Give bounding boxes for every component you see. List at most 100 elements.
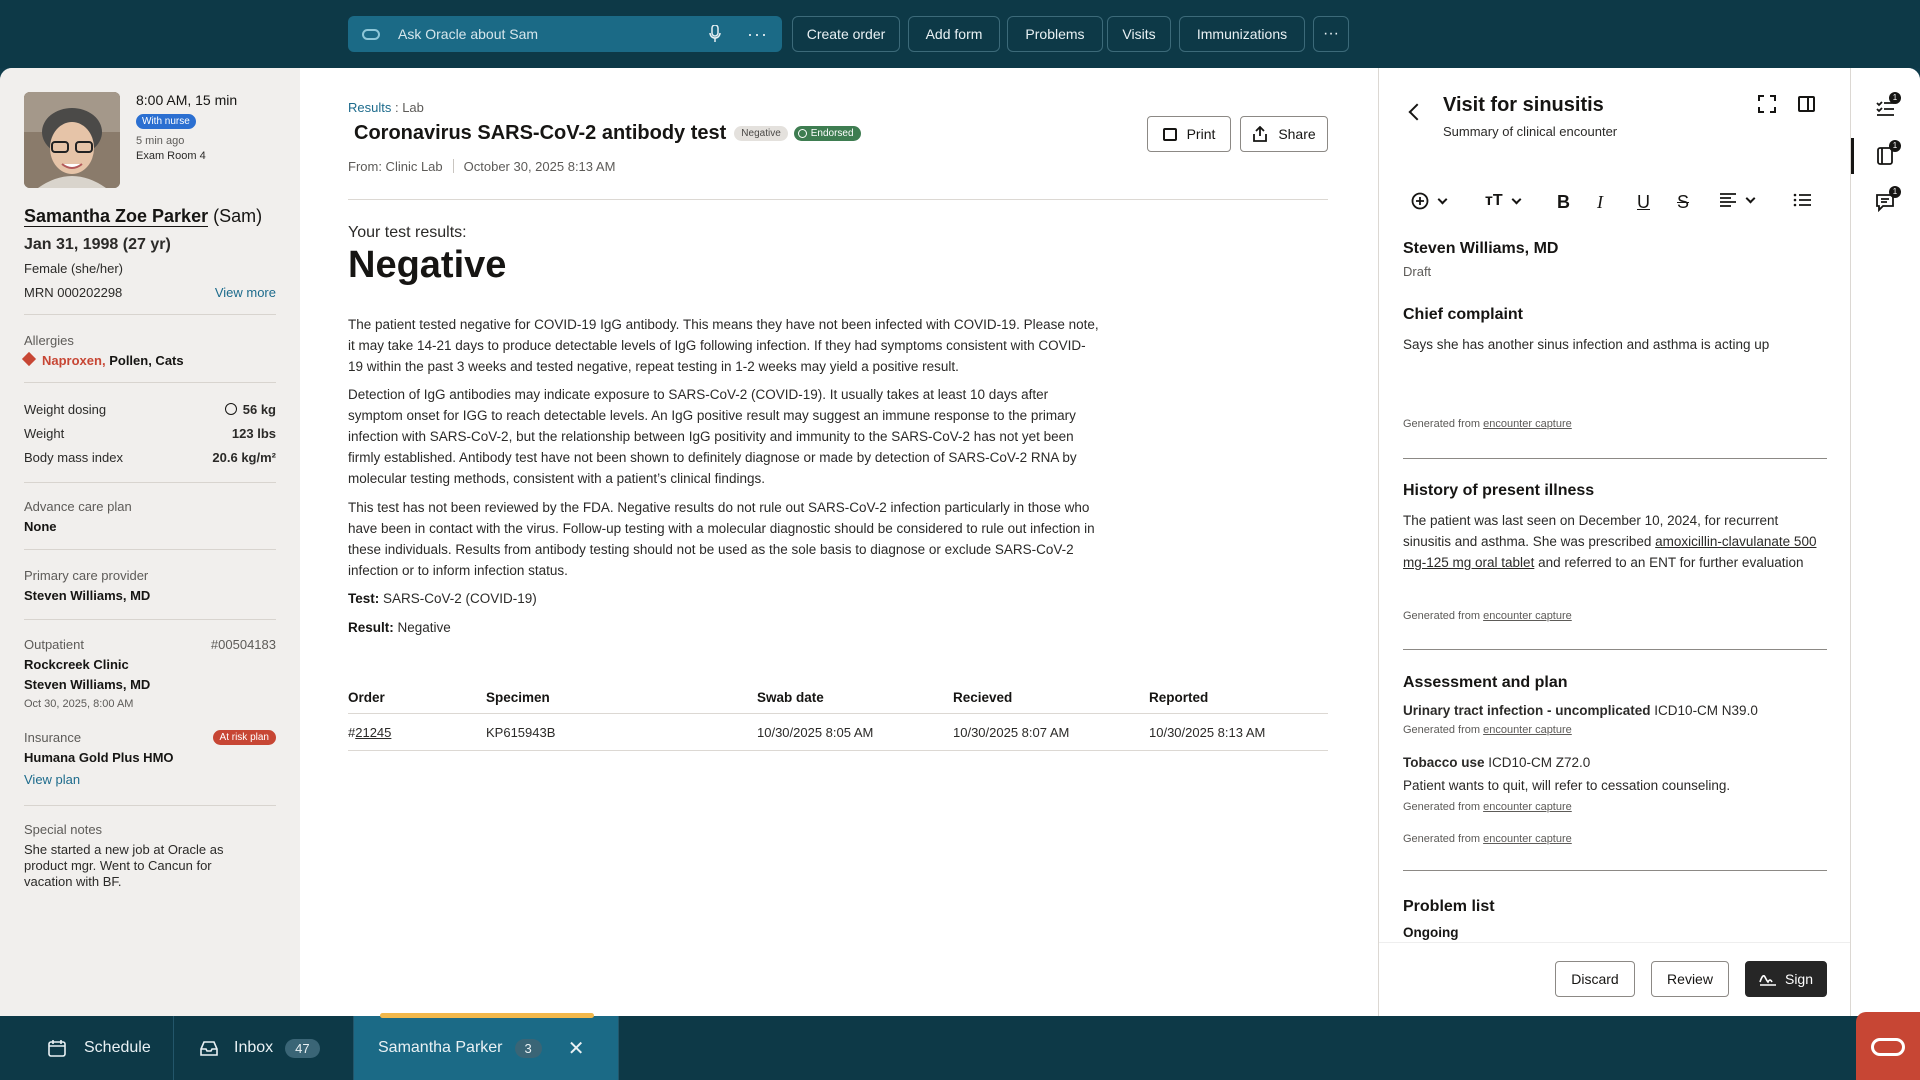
- insurance-label: Insurance: [24, 730, 82, 745]
- align-menu-button[interactable]: [1719, 192, 1756, 208]
- tasks-icon[interactable]: 1: [1875, 92, 1901, 118]
- ask-oracle-placeholder: Ask Oracle about Sam: [398, 26, 539, 42]
- breadcrumb-results-link[interactable]: Results: [348, 100, 391, 115]
- oracle-assistant-button[interactable]: [1856, 1012, 1920, 1080]
- weight-dosing-value: 56 kg: [224, 402, 276, 417]
- divider: [24, 482, 276, 483]
- encounter-capture-link[interactable]: encounter capture: [1483, 833, 1572, 845]
- bullet-list-icon[interactable]: [1793, 192, 1811, 208]
- encounter-capture-link[interactable]: encounter capture: [1483, 418, 1572, 430]
- ap-item-uti[interactable]: Urinary tract infection - uncomplicated …: [1403, 700, 1827, 721]
- fullscreen-icon[interactable]: [1758, 95, 1776, 113]
- info-icon[interactable]: [224, 403, 237, 415]
- problem-list-ongoing: Ongoing: [1403, 925, 1459, 940]
- pcp-label: Primary care provider: [24, 568, 149, 583]
- microphone-icon[interactable]: [709, 25, 721, 43]
- text-size-icon: ᴛT: [1485, 192, 1503, 209]
- result-date: October 30, 2025 8:13 AM: [463, 159, 616, 174]
- share-button[interactable]: Share: [1240, 116, 1328, 152]
- weight-dosing-label: Weight dosing: [24, 402, 107, 417]
- insert-menu-button[interactable]: [1411, 192, 1448, 210]
- check-circle-icon: [797, 129, 807, 138]
- insurance-row: Insurance At risk plan: [24, 730, 276, 745]
- patient-name[interactable]: Samantha Zoe Parker (Sam): [24, 206, 262, 227]
- oracle-logo-icon: [1871, 1038, 1905, 1056]
- encounter-capture-link[interactable]: encounter capture: [1483, 610, 1572, 622]
- review-button[interactable]: Review: [1651, 961, 1729, 997]
- create-order-button[interactable]: Create order: [792, 16, 900, 52]
- patient-full-name[interactable]: Samantha Zoe Parker: [24, 206, 209, 227]
- bmi-value: 20.6 kg/m²: [212, 450, 276, 465]
- big-result-value: Negative: [348, 244, 507, 286]
- chevron-down-icon: [1745, 193, 1756, 203]
- encounter-capture-link[interactable]: encounter capture: [1483, 801, 1572, 813]
- ap-item-tobacco-text[interactable]: Patient wants to quit, will refer to ces…: [1403, 775, 1827, 796]
- patient-mrn: MRN 000202298: [24, 285, 123, 300]
- encounter-capture-link[interactable]: encounter capture: [1483, 724, 1572, 736]
- visits-button[interactable]: Visits: [1107, 16, 1171, 52]
- add-form-button[interactable]: Add form: [908, 16, 1000, 52]
- add-circle-icon: [1411, 192, 1429, 210]
- patient-nickname: (Sam): [213, 206, 263, 226]
- search-more-icon[interactable]: ···: [747, 24, 768, 45]
- back-icon[interactable]: [1408, 103, 1426, 121]
- italic-icon[interactable]: I: [1597, 192, 1603, 213]
- sign-button[interactable]: Sign: [1745, 961, 1827, 997]
- right-rail: 1 1 1: [1850, 68, 1920, 1016]
- close-icon[interactable]: ✕: [568, 1036, 585, 1061]
- calendar-icon: [48, 1040, 66, 1057]
- result-paragraph-3: This test has not been reviewed by the F…: [348, 500, 1095, 578]
- schedule-tab[interactable]: Schedule: [0, 1016, 174, 1080]
- print-button[interactable]: Print: [1147, 116, 1231, 152]
- divider: [348, 750, 1328, 751]
- acp-label: Advance care plan: [24, 499, 132, 514]
- patient-avatar: [24, 92, 120, 188]
- assessment-plan-heading: Assessment and plan: [1403, 674, 1568, 691]
- order-link[interactable]: 21245: [355, 725, 391, 740]
- patient-tab[interactable]: Samantha Parker 3 ✕: [354, 1016, 619, 1080]
- hpi-text[interactable]: The patient was last seen on December 10…: [1403, 510, 1827, 573]
- col-order: Order: [348, 690, 385, 705]
- patient-mrn-row: MRN 000202298 View more: [24, 285, 276, 300]
- inbox-tab[interactable]: Inbox 47: [174, 1016, 354, 1080]
- divider: [1403, 870, 1827, 871]
- chief-complaint-heading: Chief complaint: [1403, 306, 1524, 323]
- note-author: Steven Williams, MD: [1403, 240, 1559, 257]
- view-plan-link[interactable]: View plan: [24, 772, 80, 787]
- align-left-icon: [1720, 193, 1736, 207]
- col-received: Recieved: [953, 690, 1013, 705]
- ask-oracle-input[interactable]: Ask Oracle about Sam ···: [348, 16, 782, 52]
- appointment-info: 8:00 AM, 15 min With nurse 5 min ago Exa…: [136, 92, 237, 162]
- chevron-down-icon: [1437, 194, 1448, 204]
- divider: [24, 314, 276, 315]
- text-size-button[interactable]: ᴛT: [1485, 192, 1522, 210]
- underline-icon[interactable]: U: [1637, 192, 1650, 213]
- notes-icon[interactable]: 1: [1875, 140, 1901, 166]
- hpi-heading: History of present illness: [1403, 482, 1595, 499]
- acp-value: None: [24, 519, 57, 534]
- ap-item-tobacco[interactable]: Tobacco use ICD10-CM Z72.0: [1403, 752, 1827, 773]
- col-specimen: Specimen: [486, 690, 550, 705]
- result-source: From: Clinic Lab October 30, 2025 8:13 AM: [348, 159, 615, 174]
- messages-icon[interactable]: 1: [1875, 186, 1901, 213]
- allergies-label: Allergies: [24, 333, 74, 348]
- chief-complaint-text[interactable]: Says she has another sinus infection and…: [1403, 334, 1827, 355]
- top-bar: Ask Oracle about Sam ··· Create order Ad…: [0, 0, 1920, 68]
- clinic-provider: Steven Williams, MD: [24, 677, 151, 692]
- generated-from: Generated from encounter capture: [1403, 833, 1572, 845]
- discard-button[interactable]: Discard: [1555, 961, 1635, 997]
- inbox-count: 47: [285, 1038, 320, 1058]
- strikethrough-icon[interactable]: S: [1677, 192, 1689, 213]
- divider: [24, 382, 276, 383]
- view-more-link[interactable]: View more: [215, 285, 276, 300]
- bold-icon[interactable]: B: [1557, 192, 1570, 213]
- overflow-menu-button[interactable]: ···: [1313, 16, 1349, 52]
- allergy-others: Pollen, Cats: [109, 353, 184, 368]
- results-panel: Results : Lab Coronavirus SARS-CoV-2 ant…: [348, 68, 1328, 1016]
- problem-list-heading: Problem list: [1403, 898, 1495, 915]
- avatar-photo-icon: [24, 92, 120, 188]
- table-row-reported: 10/30/2025 8:13 AM: [1149, 725, 1266, 740]
- problems-button[interactable]: Problems: [1007, 16, 1103, 52]
- immunizations-button[interactable]: Immunizations: [1179, 16, 1305, 52]
- dock-panel-icon[interactable]: [1798, 96, 1815, 112]
